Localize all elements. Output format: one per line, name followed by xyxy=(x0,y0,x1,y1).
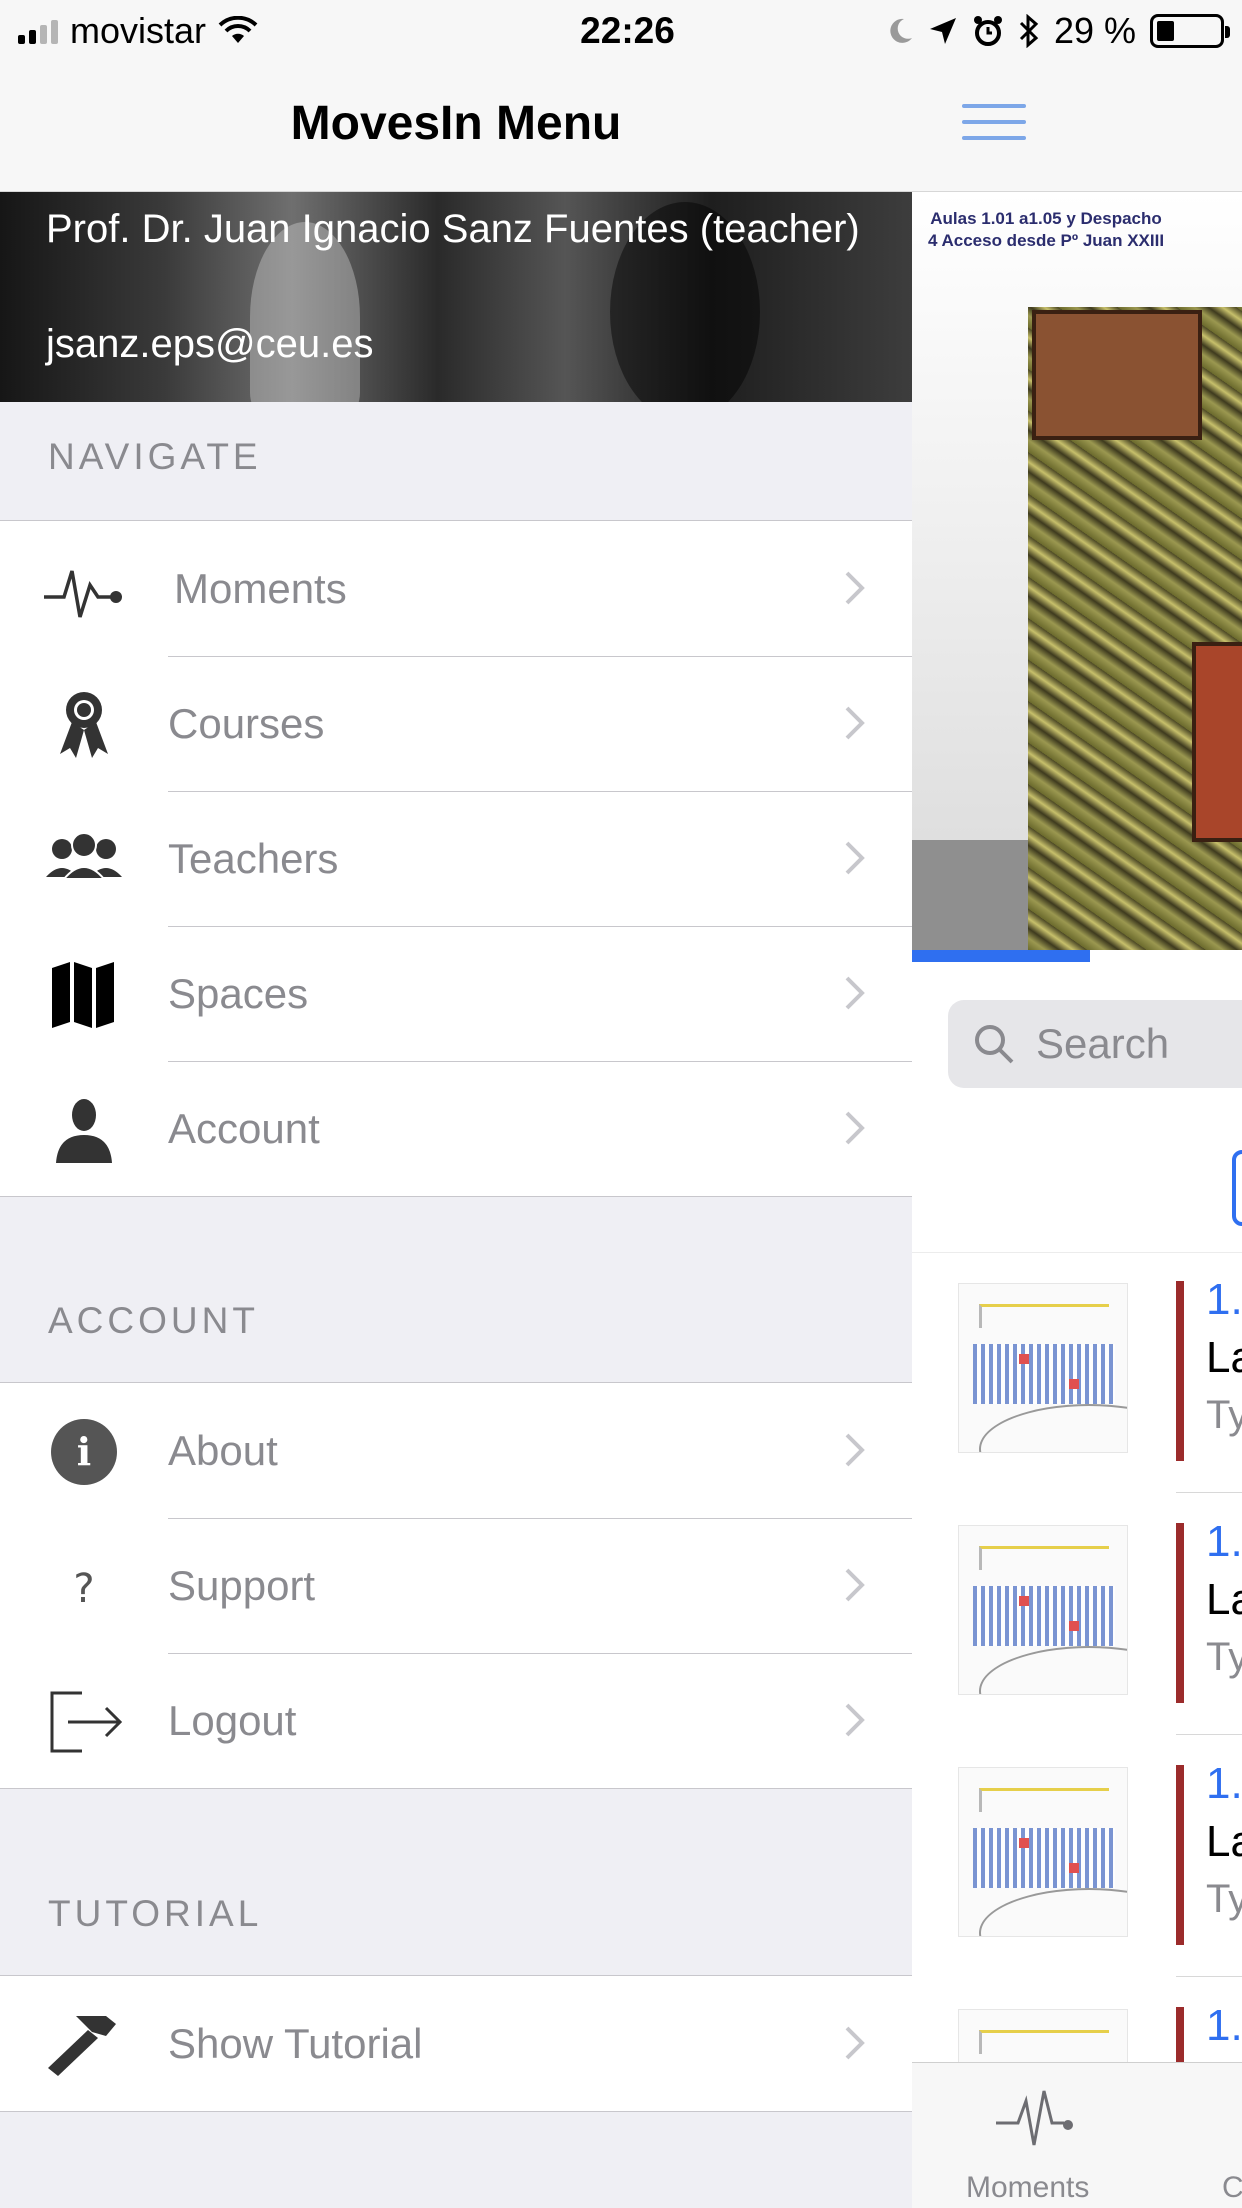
menu-item-label: Courses xyxy=(168,699,325,747)
status-right: 29 % xyxy=(886,10,1230,52)
menu-item-account[interactable]: Account xyxy=(0,1061,912,1196)
section-header-tutorial: TUTORIAL xyxy=(48,1893,263,1934)
menu-item-teachers[interactable]: Teachers xyxy=(0,791,912,926)
menu-item-moments[interactable]: Moments xyxy=(0,521,912,656)
logout-icon xyxy=(50,1691,123,1753)
menu-item-logout[interactable]: Logout xyxy=(0,1653,912,1788)
menu-title: MovesIn Menu xyxy=(290,97,622,150)
item-subtitle: Ty xyxy=(1206,1635,1242,1679)
map-icon xyxy=(52,962,114,1028)
main-content: Aulas 1.01 a1.05 y Despacho 4 Acceso des… xyxy=(912,0,1242,2208)
image-progress-bar xyxy=(912,950,1242,962)
search-placeholder: Search xyxy=(1036,1020,1170,1067)
item-code: 1.( xyxy=(1206,1517,1242,1566)
menu-item-label: About xyxy=(168,1426,278,1474)
menu-item-spaces[interactable]: Spaces xyxy=(0,926,912,1061)
floorplan-thumbnail xyxy=(958,1283,1128,1453)
battery-icon xyxy=(1150,14,1230,48)
item-subtitle: Ty xyxy=(1206,1877,1242,1921)
menu-item-courses[interactable]: Courses xyxy=(0,656,912,791)
status-bar: movistar 22:26 29 % xyxy=(0,0,1242,62)
info-icon: i xyxy=(51,1419,117,1485)
list-item[interactable]: 1.( La Ty xyxy=(912,1253,1242,1493)
location-arrow-icon xyxy=(929,18,956,44)
hamburger-menu-icon[interactable] xyxy=(962,104,1026,144)
menu-item-label: Logout xyxy=(168,1696,297,1744)
chevron-right-icon xyxy=(845,1433,865,1467)
floorplan-thumbnail xyxy=(958,1767,1128,1937)
tab-second-partial[interactable]: C xyxy=(1222,2171,1242,2205)
profile-name: Prof. Dr. Juan Ignacio Sanz Fuentes (tea… xyxy=(46,207,860,251)
menu-item-label: Spaces xyxy=(168,969,309,1017)
menu-item-show-tutorial[interactable]: Show Tutorial xyxy=(0,1976,912,2111)
chevron-right-icon xyxy=(845,1111,865,1145)
menu-item-label: Show Tutorial xyxy=(168,2019,423,2067)
chevron-right-icon xyxy=(845,841,865,875)
profile-email: jsanz.eps@ceu.es xyxy=(46,322,374,366)
item-title: La xyxy=(1206,1575,1242,1624)
menu-item-label: Support xyxy=(168,1561,316,1609)
segmented-control[interactable] xyxy=(1232,1150,1242,1226)
navigate-group: Moments Courses Teachers Spaces Account xyxy=(0,520,912,1197)
section-header-navigate: NAVIGATE xyxy=(48,436,262,477)
hero-image[interactable]: Aulas 1.01 a1.05 y Despacho 4 Acceso des… xyxy=(912,192,1242,950)
list-item[interactable]: 1.( La Ty xyxy=(912,1495,1242,1735)
item-title: La xyxy=(1206,1817,1242,1866)
item-subtitle: Ty xyxy=(1206,1393,1242,1437)
alarm-icon xyxy=(973,16,1002,46)
chevron-right-icon xyxy=(845,706,865,740)
menu-item-about[interactable]: i About xyxy=(0,1383,912,1518)
item-code: 1.( xyxy=(1206,1275,1242,1324)
hammer-icon xyxy=(48,2016,116,2076)
list-item[interactable]: 1.( La Ty xyxy=(912,1737,1242,1977)
menu-item-support[interactable]: ? Support xyxy=(0,1518,912,1653)
section-header-account: ACCOUNT xyxy=(48,1300,259,1341)
battery-fill xyxy=(1157,21,1175,41)
chevron-right-icon xyxy=(845,571,865,605)
moon-icon xyxy=(890,18,912,43)
menu-item-label: Moments xyxy=(174,564,347,612)
people-group-icon xyxy=(46,832,122,880)
tab-moments-pulse-icon[interactable] xyxy=(992,2083,1082,2153)
person-icon xyxy=(56,1099,112,1163)
account-group: i About ? Support Logout xyxy=(0,1382,912,1789)
chevron-right-icon xyxy=(845,1703,865,1737)
tutorial-group: Show Tutorial xyxy=(0,1975,912,2112)
menu-item-label: Account xyxy=(168,1104,320,1152)
spaces-list: 1.( La Ty 1.( La Ty xyxy=(912,1252,1242,2187)
svg-text:i: i xyxy=(77,1429,91,1474)
progress-fill xyxy=(912,950,1091,962)
svg-text:?: ? xyxy=(73,1566,94,1612)
floorplan-thumbnail xyxy=(958,1525,1128,1695)
battery-percent: 29 % xyxy=(1053,10,1136,51)
pulse-icon xyxy=(44,570,122,618)
profile-banner: Prof. Dr. Juan Ignacio Sanz Fuentes (tea… xyxy=(0,192,912,402)
search-icon xyxy=(975,1025,1014,1064)
tab-bar: Moments C xyxy=(912,2062,1242,2208)
screen: movistar 22:26 29 % Aulas 1.01 a1.05 y D… xyxy=(0,0,1242,2208)
bluetooth-icon xyxy=(1019,14,1039,48)
item-title: La xyxy=(1206,1333,1242,1382)
search-input[interactable]: Search xyxy=(948,1000,1242,1088)
side-menu: MovesIn Menu Prof. Dr. Juan Ignacio Sanz… xyxy=(0,0,912,2208)
chevron-right-icon xyxy=(845,976,865,1010)
hero-caption: Aulas 1.01 a1.05 y Despacho 4 Acceso des… xyxy=(927,209,1165,250)
item-code: 1.( xyxy=(1206,1759,1242,1808)
award-ribbon-icon xyxy=(60,692,108,758)
question-icon: ? xyxy=(73,1566,94,1612)
menu-item-label: Teachers xyxy=(168,834,339,882)
chevron-right-icon xyxy=(845,1568,865,1602)
tab-moments[interactable]: Moments xyxy=(966,2171,1089,2205)
chevron-right-icon xyxy=(845,2026,865,2060)
item-code: 1.( xyxy=(1206,2001,1242,2050)
